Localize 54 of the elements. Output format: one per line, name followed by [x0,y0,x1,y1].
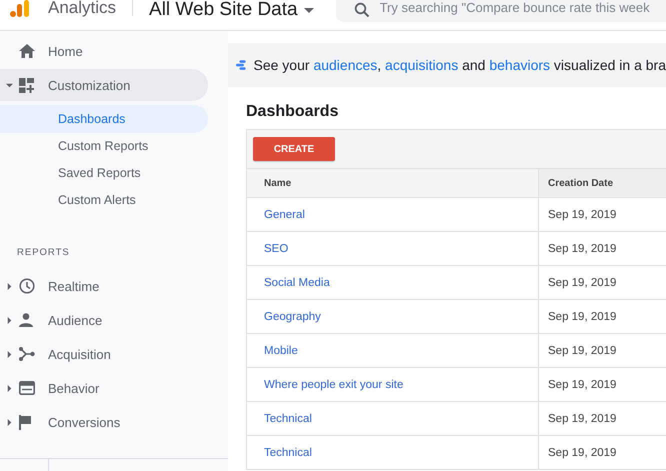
property-selector[interactable]: All Web Site Data [149,0,314,21]
section-title: REPORTS [17,247,71,258]
nav-item[interactable]: Customization [0,69,208,101]
clock-icon [19,278,35,294]
table-cell: Sep 19, 2019 [548,344,616,356]
caret-icon [6,316,12,324]
search-icon [354,2,370,18]
banner-link[interactable]: acquisitions [385,57,458,73]
nav-subitem[interactable]: Dashboards [0,105,208,133]
caret-icon [6,350,12,358]
table-cell: Sep 19, 2019 [548,378,616,390]
flag-icon [19,414,32,430]
banner-text: See your audiences, acquisitions and behaviors visualized in a bra [254,57,666,73]
create-button[interactable]: CREATE [253,137,335,161]
nav-item[interactable]: Acquisition [0,338,208,370]
caret-icon [6,82,12,88]
caret-icon [6,384,12,392]
app-name: Analytics [48,0,116,17]
page-title: Dashboards [246,103,340,121]
dashboard-link[interactable]: Technical [264,446,312,458]
nav-subitem[interactable]: Saved Reports [0,159,208,187]
banner-link[interactable]: audiences [313,57,378,73]
dashboard-link[interactable]: Where people exit your site [264,378,404,390]
caret-icon [304,8,314,12]
nav-item[interactable]: Behavior [0,372,208,404]
nav-item[interactable]: Conversions [0,406,208,438]
dashboard-link[interactable]: Mobile [264,344,298,356]
table-cell: Sep 19, 2019 [548,276,616,288]
search-field[interactable]: Try searching "Compare bounce rate this week [336,0,666,22]
table-cell: Sep 19, 2019 [548,310,616,322]
dashboard-link[interactable]: General [264,208,305,220]
window-icon [19,381,35,395]
nav-subitem[interactable]: Custom Reports [0,132,208,160]
dashboard-link[interactable]: Technical [264,412,312,424]
column-header[interactable]: Creation Date [539,169,666,197]
nav-item[interactable]: Home [0,35,208,67]
nav-item[interactable]: Audience [0,304,208,336]
table-cell: Sep 19, 2019 [548,446,616,458]
dashboard-link[interactable]: Social Media [264,276,330,288]
table-cell: Sep 19, 2019 [548,412,616,424]
table-cell: Sep 19, 2019 [548,208,616,220]
nav-item[interactable]: Realtime [0,270,208,302]
caret-icon [6,418,12,426]
branch-icon [19,347,35,361]
table-cell: Sep 19, 2019 [548,242,616,254]
nav-subitem[interactable]: Custom Alerts [0,186,208,214]
dashboard-icon [19,78,34,92]
home-icon [19,44,35,58]
analytics-logo-icon [10,0,30,18]
dashboard-link[interactable]: SEO [264,242,288,254]
person-icon [19,313,33,327]
banner-link[interactable]: behaviors [489,57,550,73]
dashboard-link[interactable]: Geography [264,310,321,322]
caret-icon [6,282,12,290]
